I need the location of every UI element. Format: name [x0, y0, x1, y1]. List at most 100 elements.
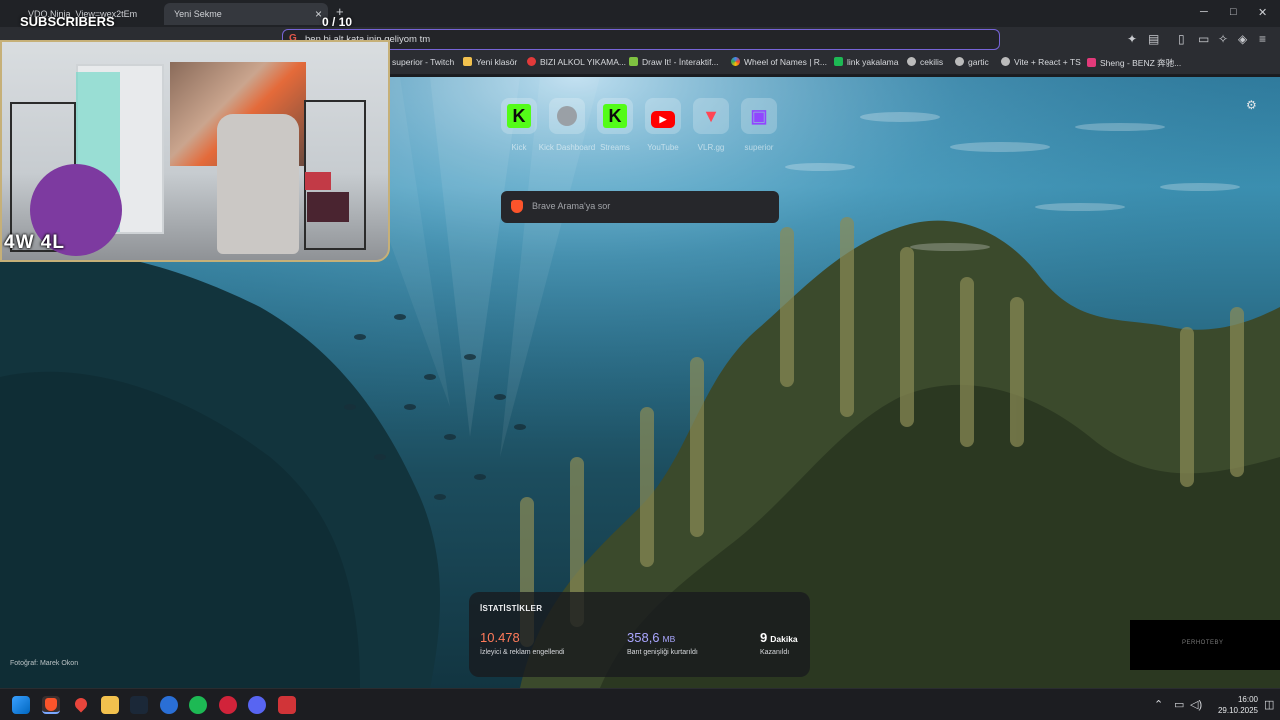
volume-icon[interactable]: ◁) [1190, 698, 1202, 711]
network-icon[interactable]: ▭ [1174, 698, 1184, 711]
tab-new-tab-title: Yeni Sekme [174, 9, 222, 19]
notification-icon[interactable]: ◫ [1264, 698, 1274, 711]
photo-credit[interactable]: Fotoğraf: Marek Okon [10, 660, 78, 667]
browser-window: VDO.Ninja_View=wex2tEm Yeni Sekme × + ─ … [0, 0, 1280, 720]
clock-date: 29.10.2025 [1217, 706, 1258, 715]
brave-icon[interactable] [42, 696, 60, 714]
stat-bandwidth-value: 358,6 MB [627, 630, 675, 645]
settings-gear-icon[interactable]: ⚙ [1246, 98, 1257, 112]
stat-blocked-value: 10.478 [480, 630, 520, 645]
play-icon [1087, 58, 1096, 67]
kick-icon: K [597, 98, 633, 134]
subscribers-count: 0 / 10 [322, 15, 353, 29]
kick-icon: K [501, 98, 537, 134]
bookmark-bizi-alkol[interactable]: BIZI ALKOL YIKAMA... [527, 57, 626, 67]
bookmark-wheel-of-names[interactable]: Wheel of Names | R... [731, 57, 827, 67]
brave-search-box[interactable]: Brave Arama'ya sor [501, 191, 779, 223]
steam-icon[interactable] [130, 696, 148, 714]
bookmark-cekilis[interactable]: cekilis [907, 57, 943, 67]
file-explorer-icon[interactable] [101, 696, 119, 714]
system-clock[interactable]: 16:00 29.10.2025 [1210, 694, 1258, 716]
folder-icon [463, 57, 472, 66]
bookmark-label: Yeni klasör [476, 57, 518, 67]
stat-blocked-label: İzleyici & reklam engellendi [480, 649, 565, 656]
bookmark-sheng-benz[interactable]: Sheng - BENZ 奔驰... [1087, 57, 1181, 69]
stats-title: İSTATİSTİKLER [480, 604, 543, 613]
globe-icon [955, 57, 964, 66]
windows-taskbar: ⌃ ▭ ◁) 16:00 29.10.2025 ◫ [0, 688, 1280, 720]
bookmark-label: Wheel of Names | R... [744, 57, 827, 67]
webcam-overlay: 4W 4L [0, 40, 390, 262]
spotify-icon[interactable] [189, 696, 207, 714]
tab-strip: VDO.Ninja_View=wex2tEm Yeni Sekme × + ─ … [0, 0, 1280, 27]
stat-time-value: 9 Dakika [760, 630, 798, 645]
bookmark-draw-it[interactable]: Draw It! - İnteraktif... [629, 57, 719, 67]
globe-icon [1001, 57, 1010, 66]
shortcut-streams[interactable]: K [597, 98, 633, 134]
close-window-button[interactable]: ✕ [1258, 6, 1267, 19]
play-icon [834, 57, 843, 66]
bookmark-gartic[interactable]: gartic [955, 57, 989, 67]
globe-icon [907, 57, 916, 66]
bookmark-link-yakalama[interactable]: link yakalama [834, 57, 899, 67]
reader-icon[interactable]: ▤ [1148, 32, 1159, 46]
stat-unit: MB [662, 634, 676, 644]
subscribers-label: SUBSCRIBERS [20, 14, 115, 29]
maximize-button[interactable]: □ [1230, 6, 1237, 18]
overlay-black-box-text: PERHOTEBY [1182, 640, 1224, 646]
shortcut-vlr[interactable]: ▼ [693, 98, 729, 134]
stat-time-label: Kazanıldı [760, 649, 790, 656]
stat-number: 10.478 [480, 630, 520, 645]
cam-gaming-chair [217, 114, 299, 254]
stat-unit: Dakika [770, 634, 798, 644]
remote-app-icon[interactable] [278, 696, 296, 714]
shortcut-label: superior [744, 143, 774, 152]
windows-start-icon[interactable] [12, 696, 30, 714]
stats-widget: İSTATİSTİKLER 10.478 İzleyici & reklam e… [469, 592, 810, 677]
overlay-black-box: PERHOTEBY [1130, 620, 1280, 670]
cam-dark-box [307, 192, 349, 222]
stat-number: 9 [760, 630, 768, 645]
clock-time: 16:00 [1237, 695, 1258, 704]
bookmark-vite-react[interactable]: Vite + React + TS [1001, 57, 1081, 67]
bookmark-label: Vite + React + TS [1014, 57, 1081, 67]
sidebar-icon[interactable]: ▯ [1178, 32, 1185, 46]
brave-lion-icon [511, 200, 523, 213]
shortcut-superior[interactable]: ▣ [741, 98, 777, 134]
menu-icon[interactable]: ≡ [1259, 32, 1266, 46]
vpn-shield-icon[interactable]: ◈ [1238, 32, 1247, 46]
wheel-icon [731, 57, 740, 66]
bookmark-yeni-klasor[interactable]: Yeni klasör [463, 57, 517, 67]
win-loss-score: 4W 4L [4, 232, 65, 253]
red-app-icon[interactable] [219, 696, 237, 714]
discord-icon[interactable] [248, 696, 266, 714]
shortcut-youtube[interactable]: ▶ [645, 98, 681, 134]
maps-pin-icon[interactable] [72, 695, 90, 714]
close-tab-icon[interactable]: × [315, 3, 322, 25]
bookmark-label: Draw It! - İnteraktif... [642, 57, 719, 67]
minimize-button[interactable]: ─ [1200, 6, 1208, 18]
bookmark-superior-twitch[interactable]: superior - Twitch [392, 57, 454, 67]
chevron-up-icon[interactable]: ⌃ [1154, 698, 1163, 711]
globe-icon [549, 98, 585, 134]
pencil-icon [629, 57, 638, 66]
extensions-icon[interactable]: ✦ [1127, 32, 1137, 46]
vlr-icon: ▼ [702, 106, 720, 126]
search-placeholder: Brave Arama'ya sor [532, 201, 611, 211]
leo-ai-icon[interactable]: ✧ [1218, 32, 1228, 46]
stat-bandwidth-label: Bant genişliği kurtarıldı [627, 649, 698, 656]
tab-new-tab[interactable]: Yeni Sekme × [164, 3, 328, 25]
cam-red-box [305, 172, 331, 190]
twitch-icon: ▣ [750, 106, 768, 126]
bookmark-label: Sheng - BENZ 奔驰... [1100, 58, 1182, 68]
blue-app-icon[interactable] [160, 696, 178, 714]
stat-number: 358,6 [627, 630, 660, 645]
bookmark-label: link yakalama [847, 57, 899, 67]
bookmark-label: superior - Twitch [392, 57, 455, 67]
bookmark-label: cekilis [920, 57, 944, 67]
shortcut-kick-dashboard[interactable] [549, 98, 585, 134]
shortcut-kick[interactable]: K [501, 98, 537, 134]
bookmark-label: gartic [968, 57, 989, 67]
wallet-icon[interactable]: ▭ [1198, 32, 1209, 46]
site-icon [527, 57, 536, 66]
